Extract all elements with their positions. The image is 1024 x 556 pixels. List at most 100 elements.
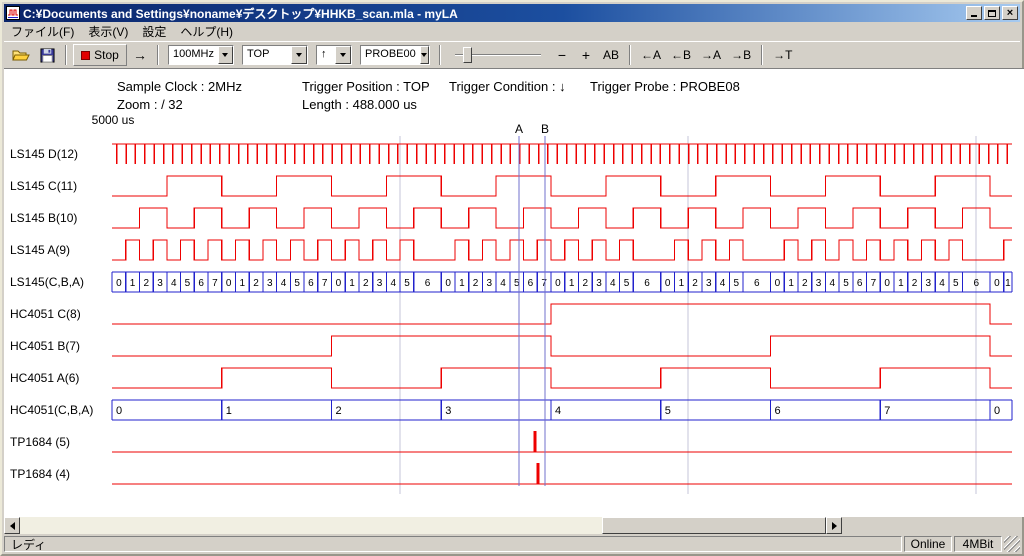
zoom-out-button[interactable]: − bbox=[551, 44, 573, 66]
bus-value: 1 bbox=[1005, 278, 1011, 289]
menu-view[interactable]: 表示(V) bbox=[81, 21, 135, 42]
bus-value: 6 bbox=[528, 278, 534, 289]
chevron-down-icon[interactable] bbox=[420, 46, 429, 64]
goto-b-right-button[interactable]: →B bbox=[727, 44, 755, 66]
scroll-right-button[interactable] bbox=[826, 517, 842, 534]
trigger-position-value: TOP bbox=[243, 46, 291, 64]
bus-value: 0 bbox=[994, 278, 1000, 289]
goto-a-left-button[interactable]: ←A bbox=[637, 44, 665, 66]
zoom-slider[interactable] bbox=[455, 44, 541, 66]
bus-value: 4 bbox=[829, 278, 835, 289]
bus-value: 6 bbox=[198, 278, 204, 289]
scrollbar-track[interactable] bbox=[20, 517, 826, 534]
bus-value: 4 bbox=[390, 278, 396, 289]
bus-value: 6 bbox=[308, 278, 314, 289]
open-button[interactable] bbox=[8, 44, 34, 66]
zoom-in-button[interactable]: + bbox=[575, 44, 597, 66]
bus-value: 3 bbox=[267, 278, 273, 289]
stop-button[interactable]: Stop bbox=[73, 44, 127, 66]
bus-value: 2 bbox=[253, 278, 259, 289]
stop-label: Stop bbox=[94, 48, 119, 62]
bus-value: 3 bbox=[816, 278, 822, 289]
goto-b-left-button[interactable]: ←B bbox=[667, 44, 695, 66]
bus-value: 4 bbox=[555, 405, 561, 417]
trigger-probe-combo[interactable]: PROBE00 bbox=[360, 45, 430, 65]
digital-trace bbox=[112, 240, 1012, 260]
bus-value: 1 bbox=[349, 278, 355, 289]
window-title: C:¥Documents and Settings¥noname¥デスクトップ¥… bbox=[23, 5, 963, 22]
trigger-position-combo[interactable]: TOP bbox=[242, 45, 308, 65]
bus-value: 1 bbox=[459, 278, 465, 289]
menu-help[interactable]: ヘルプ(H) bbox=[173, 21, 240, 42]
open-folder-icon bbox=[12, 48, 30, 63]
trigger-edge-combo[interactable]: ↑ bbox=[316, 45, 352, 65]
digital-trace bbox=[112, 336, 1012, 356]
bus-value: 7 bbox=[871, 278, 877, 289]
bus-value: 3 bbox=[706, 278, 712, 289]
ab-button[interactable]: AB bbox=[599, 44, 623, 66]
bus-value: 4 bbox=[281, 278, 287, 289]
titlebar[interactable]: C:¥Documents and Settings¥noname¥デスクトップ¥… bbox=[4, 4, 1020, 22]
waveform-plot[interactable]: 0123456701234567012345601234567012345601… bbox=[2, 122, 1024, 502]
window-controls: × bbox=[966, 6, 1018, 20]
scrollbar-thumb[interactable] bbox=[602, 517, 826, 534]
sample-clock-value: 100MHz bbox=[169, 46, 218, 64]
bus-value: 5 bbox=[733, 278, 739, 289]
digital-trace bbox=[112, 208, 1012, 228]
save-button[interactable] bbox=[36, 44, 59, 66]
bus-value: 6 bbox=[425, 278, 431, 289]
arrow-right-icon bbox=[832, 522, 837, 530]
maximize-button[interactable] bbox=[984, 6, 1000, 20]
bus-value: 3 bbox=[596, 278, 602, 289]
arrow-left-icon bbox=[10, 522, 15, 530]
trigger-condition-info: Trigger Condition : ↓ bbox=[449, 79, 566, 94]
chevron-down-icon[interactable] bbox=[291, 46, 307, 64]
bus-value: 1 bbox=[679, 278, 685, 289]
goto-a-right-button[interactable]: →A bbox=[697, 44, 725, 66]
bus-value: 1 bbox=[240, 278, 246, 289]
bus-value: 6 bbox=[754, 278, 760, 289]
sample-clock-info: Sample Clock : 2MHz bbox=[117, 79, 242, 94]
bus-value: 2 bbox=[802, 278, 808, 289]
trigger-edge-value: ↑ bbox=[317, 46, 335, 64]
bus-value: 4 bbox=[939, 278, 945, 289]
trigger-probe-info: Trigger Probe : PROBE08 bbox=[590, 79, 740, 94]
bus-value: 5 bbox=[843, 278, 849, 289]
bus-value: 5 bbox=[294, 278, 300, 289]
scroll-left-button[interactable] bbox=[4, 517, 20, 534]
statusbar: レディ Online 4MBit bbox=[4, 534, 1020, 552]
slider-thumb[interactable] bbox=[463, 47, 472, 63]
menubar: ファイル(F) 表示(V) 設定 ヘルプ(H) bbox=[4, 22, 1020, 41]
toolbar: Stop → 100MHz TOP ↑ PROBE00 − + AB ←A bbox=[4, 41, 1020, 68]
bus-value: 0 bbox=[555, 278, 561, 289]
chevron-down-icon[interactable] bbox=[218, 46, 233, 64]
chevron-down-icon[interactable] bbox=[335, 46, 351, 64]
zoom-info: Zoom : / 32 bbox=[117, 97, 183, 112]
horizontal-scrollbar[interactable] bbox=[4, 517, 842, 534]
digital-trace bbox=[112, 368, 1012, 388]
bus-value: 0 bbox=[775, 278, 781, 289]
bus-value: 0 bbox=[116, 278, 122, 289]
bus-value: 2 bbox=[912, 278, 918, 289]
bus-value: 6 bbox=[775, 405, 781, 417]
bus-value: 5 bbox=[665, 405, 671, 417]
resize-grip[interactable] bbox=[1004, 536, 1020, 552]
minimize-button[interactable] bbox=[966, 6, 982, 20]
bus-value: 5 bbox=[404, 278, 410, 289]
goto-trigger-button[interactable]: →T bbox=[769, 44, 796, 66]
bus-value: 3 bbox=[926, 278, 932, 289]
run-button[interactable]: → bbox=[129, 44, 151, 66]
close-button[interactable]: × bbox=[1002, 6, 1018, 20]
toolbar-separator bbox=[761, 45, 763, 65]
bus-value: 5 bbox=[185, 278, 191, 289]
app-icon bbox=[6, 6, 20, 20]
bus-value: 6 bbox=[857, 278, 863, 289]
sample-clock-combo[interactable]: 100MHz bbox=[168, 45, 234, 65]
bus-value: 6 bbox=[644, 278, 650, 289]
close-icon: × bbox=[1007, 8, 1013, 18]
digital-trace bbox=[112, 176, 1012, 196]
bus-value: 6 bbox=[974, 278, 980, 289]
menu-file[interactable]: ファイル(F) bbox=[4, 21, 81, 42]
bus-value: 0 bbox=[884, 278, 890, 289]
menu-settings[interactable]: 設定 bbox=[135, 21, 173, 42]
